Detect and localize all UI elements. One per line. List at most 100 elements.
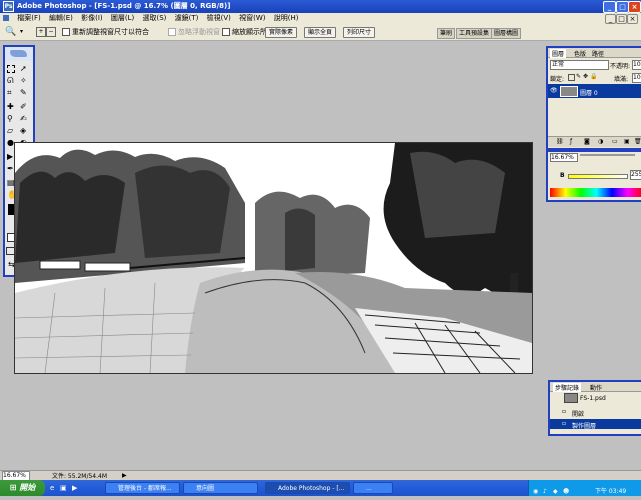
task-photoshop[interactable]: Adobe Photoshop - [... [265, 482, 350, 494]
menu-bar: 檔案(F) 編輯(E) 影像(I) 圖層(L) 選取(S) 濾鏡(T) 檢視(V… [0, 13, 641, 24]
color-spectrum-bar[interactable] [550, 188, 641, 197]
doc-minimize-button[interactable]: _ [605, 14, 616, 24]
tab-layers[interactable]: 圖層 [550, 49, 567, 58]
menu-view[interactable]: 檢視(V) [207, 14, 231, 22]
blue-channel-input[interactable]: 255 [630, 170, 641, 180]
palette-tab-tool-presets[interactable]: 工具預設集 [456, 28, 493, 39]
document-icon[interactable] [3, 15, 9, 21]
layers-palette: 圖層 色版 路徑 正常 不透明: 100 鎖定: ✎ ✥ 🔒 填滿: 100 👁… [546, 46, 641, 150]
fill-label: 填滿: [614, 76, 629, 83]
layer-mask-icon[interactable]: ◙ [584, 138, 590, 145]
menu-layer[interactable]: 圖層(L) [111, 14, 134, 22]
menu-file[interactable]: 檔案(F) [17, 14, 41, 22]
zoom-all-windows-checkbox-box[interactable] [222, 28, 230, 36]
brush-tool-icon[interactable]: ✐ [20, 102, 28, 111]
start-label: 開始 [19, 483, 36, 492]
crop-tool-icon[interactable]: ⌗ [7, 88, 15, 97]
document-canvas[interactable] [14, 142, 533, 374]
lock-all-icon[interactable]: 🔒 [590, 73, 597, 80]
eraser-tool-icon[interactable]: ▱ [7, 126, 15, 135]
tab-channels[interactable]: 色版 [574, 49, 586, 58]
layers-footer: ⛓ ƒ ◙ ◑ ▭ ▣ 🗑 [548, 136, 641, 147]
navigator-zoom-input[interactable]: 16.67% [550, 153, 578, 162]
tray-volume-icon[interactable]: ♪ [543, 484, 547, 500]
link-layers-icon[interactable]: ⛓ [556, 138, 564, 145]
task-browser[interactable]: 管理後台 - 郡席報... [105, 482, 180, 494]
palette-tab-brushes[interactable]: 筆刷 [437, 28, 456, 39]
quick-launch-desktop-icon[interactable]: ▣ [60, 484, 67, 492]
feather-logo-icon [10, 50, 27, 57]
doc-restore-button[interactable]: □ [616, 14, 627, 24]
start-button[interactable]: ⊞ 開始 [0, 480, 45, 496]
layer-style-icon[interactable]: ƒ [570, 138, 572, 145]
trash-icon[interactable]: 🗑 [634, 138, 641, 145]
zoom-out-icon[interactable]: − [46, 27, 56, 37]
quick-launch-media-icon[interactable]: ▶ [72, 484, 77, 492]
blue-channel-slider[interactable] [568, 174, 628, 179]
marquee-tool-icon[interactable] [7, 65, 15, 73]
lock-position-icon[interactable]: ✥ [583, 73, 588, 80]
options-bar: 🔍 ▾ + − 重新調整視窗尺寸以符合 忽略浮動視窗 縮放顯示所有的視窗 實際像… [0, 24, 641, 41]
tray-antivirus-icon[interactable]: ◆ [553, 484, 558, 500]
navigator-zoom-slider[interactable] [580, 154, 635, 156]
palette-tab-layer-comps[interactable]: 圖層構圖 [491, 28, 522, 39]
tray-network-icon[interactable]: ◉ [533, 484, 538, 500]
menu-select[interactable]: 選取(S) [142, 14, 166, 22]
opacity-input[interactable]: 100 [632, 60, 641, 70]
new-layer-icon[interactable]: ▣ [624, 138, 630, 145]
healing-brush-tool-icon[interactable]: ✚ [7, 102, 15, 111]
quick-launch-ie-icon[interactable]: e [50, 484, 54, 492]
close-button[interactable]: × [628, 1, 641, 13]
task-folder[interactable]: 意向圖 [183, 482, 258, 494]
color-palette: 16.67% B 255 [546, 150, 641, 202]
doc-close-button[interactable]: × [627, 14, 638, 24]
layer-row[interactable]: 👁 圖層 0 [548, 84, 641, 98]
ignore-palettes-checkbox-box[interactable] [168, 28, 176, 36]
tab-paths[interactable]: 路徑 [592, 49, 604, 58]
history-item-active-row[interactable]: ▫ 製作圖層 [550, 419, 641, 430]
menu-window[interactable]: 視窗(W) [239, 14, 265, 22]
history-item-make-layer[interactable]: 製作圖層 [572, 421, 596, 430]
tray-messenger-icon[interactable]: ☻ [563, 484, 569, 500]
tray-clock: 下午 03:49 [595, 488, 627, 495]
lasso-tool-icon[interactable]: ᘏ [7, 76, 15, 85]
new-group-icon[interactable]: ▭ [612, 138, 618, 145]
photoshop-app-icon[interactable]: Ps [3, 1, 14, 12]
zoom-in-icon[interactable]: + [36, 27, 46, 37]
lock-image-icon[interactable]: ✎ [576, 73, 581, 80]
actual-pixels-button[interactable]: 實際像素 [265, 27, 298, 38]
eye-icon[interactable]: 👁 [550, 87, 558, 94]
tab-history[interactable]: 步驟記錄 [553, 383, 582, 392]
gradient-tool-icon[interactable]: ◈ [20, 126, 28, 135]
fill-input[interactable]: 100 [632, 73, 641, 83]
slice-tool-icon[interactable]: ✎ [20, 88, 28, 97]
history-palette: 步驟記錄 動作 FS-1.psd ▫ 開啟 ▫ 製作圖層 [548, 380, 641, 436]
adjustment-layer-icon[interactable]: ◑ [598, 138, 603, 145]
snapshot-name[interactable]: FS-1.psd [580, 395, 606, 402]
lock-transparent-icon[interactable] [568, 74, 575, 81]
title-bar: Ps Adobe Photoshop - [FS-1.psd @ 16.7% (圖… [0, 0, 641, 13]
tool-preset-dropdown-icon[interactable]: ▾ [20, 24, 23, 40]
resize-windows-checkbox-box[interactable] [62, 28, 70, 36]
tab-actions[interactable]: 動作 [590, 383, 602, 392]
print-size-button[interactable]: 列印尺寸 [343, 27, 376, 38]
toolbox-header [5, 47, 33, 61]
menu-image[interactable]: 影像(I) [81, 14, 103, 22]
menu-help[interactable]: 說明(H) [274, 14, 299, 22]
fit-screen-button[interactable]: 顯示全頁 [304, 27, 337, 38]
clone-stamp-tool-icon[interactable]: ⚲ [7, 114, 15, 123]
ignore-palettes-checkbox[interactable]: 忽略浮動視窗 [168, 24, 220, 40]
task-other[interactable]: ... [353, 482, 393, 494]
opacity-label: 不透明: [610, 63, 631, 70]
magic-wand-tool-icon[interactable]: ✧ [20, 76, 28, 85]
windows-logo-icon: ⊞ [9, 483, 17, 492]
zoom-tool-icon[interactable]: 🔍 [5, 24, 16, 40]
history-brush-tool-icon[interactable]: ✍ [20, 114, 28, 123]
move-tool-icon[interactable]: ➚ [20, 64, 28, 73]
menu-edit[interactable]: 編輯(E) [49, 14, 73, 22]
history-item-open[interactable]: 開啟 [572, 409, 584, 418]
minimize-button[interactable]: _ [603, 1, 616, 13]
menu-filter[interactable]: 濾鏡(T) [175, 14, 199, 22]
resize-windows-checkbox[interactable]: 重新調整視窗尺寸以符合 [62, 24, 149, 40]
blend-mode-select[interactable]: 正常 [550, 60, 609, 70]
